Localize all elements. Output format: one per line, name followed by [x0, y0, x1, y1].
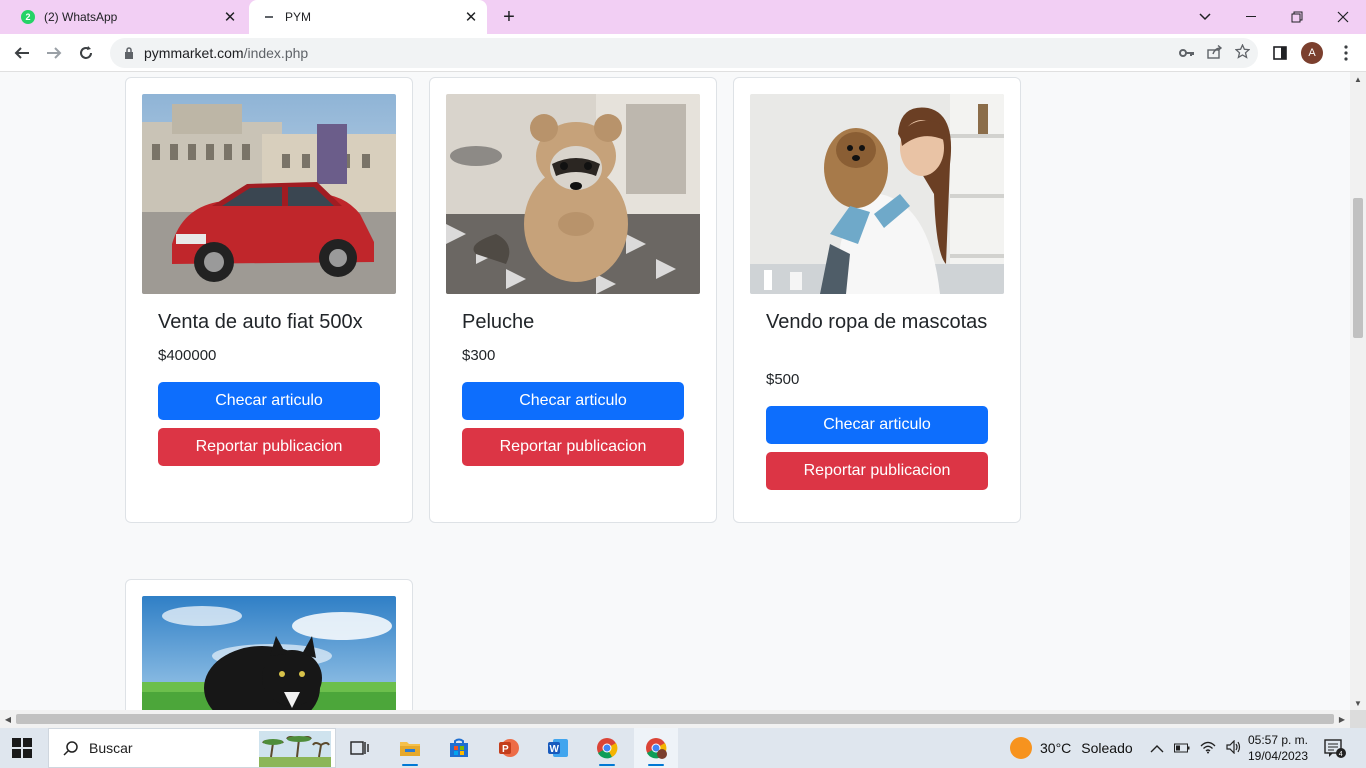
- black-cat-photo[interactable]: [142, 596, 396, 710]
- close-tab-icon[interactable]: ✕: [220, 7, 240, 27]
- search-highlight-image: [259, 731, 331, 767]
- windows-taskbar: Buscar P W 30°C Soleado 05:57 p. m. 19/0…: [0, 728, 1366, 768]
- powerpoint-icon[interactable]: P: [487, 728, 531, 768]
- url-text: pymmarket.com/index.php: [144, 45, 309, 61]
- product-card: [125, 579, 413, 710]
- tab-title: (2) WhatsApp: [44, 10, 118, 24]
- horizontal-scrollbar[interactable]: ◀ ▶: [0, 710, 1350, 728]
- taskbar-search[interactable]: Buscar: [48, 728, 336, 768]
- bookmark-star-icon[interactable]: [1234, 43, 1251, 62]
- report-post-button[interactable]: Reportar publicacion: [158, 428, 380, 466]
- chevron-up-icon[interactable]: [1150, 740, 1164, 756]
- sun-icon: [1010, 737, 1032, 759]
- notification-center-icon[interactable]: 4: [1322, 736, 1348, 760]
- address-bar[interactable]: pymmarket.com/index.php: [110, 38, 1258, 68]
- volume-icon[interactable]: [1226, 739, 1242, 757]
- clock-date: 19/04/2023: [1247, 749, 1309, 763]
- restore-button[interactable]: [1274, 0, 1320, 34]
- tab-search-icon[interactable]: [1182, 0, 1228, 34]
- search-label: Buscar: [89, 740, 133, 756]
- product-title: Peluche: [462, 311, 535, 333]
- forward-icon[interactable]: [40, 39, 68, 67]
- tab-strip: 2 (2) WhatsApp ✕ PYM ✕ +: [0, 0, 1366, 34]
- scroll-thumb[interactable]: [1353, 198, 1363, 338]
- reload-icon[interactable]: [72, 39, 100, 67]
- product-price: $400000: [158, 347, 217, 364]
- loading-icon: [261, 9, 277, 25]
- product-card: Peluche $300 Checar articulo Reportar pu…: [429, 77, 717, 523]
- vet-dog-photo[interactable]: [750, 94, 1004, 294]
- chrome-profile-icon[interactable]: [634, 728, 678, 768]
- close-tab-icon[interactable]: ✕: [461, 7, 481, 27]
- product-card: Vendo ropa de mascotas $500 Checar artic…: [733, 77, 1021, 523]
- minimize-button[interactable]: [1228, 0, 1274, 34]
- browser-toolbar: pymmarket.com/index.php A: [0, 34, 1366, 72]
- product-title: Venta de auto fiat 500x: [158, 311, 363, 333]
- scroll-up-icon[interactable]: ▲: [1350, 72, 1366, 86]
- windows-start-icon[interactable]: [12, 738, 32, 758]
- word-icon[interactable]: W: [536, 728, 580, 768]
- view-item-button[interactable]: Checar articulo: [766, 406, 988, 444]
- microsoft-store-icon[interactable]: [437, 728, 481, 768]
- red-car-photo[interactable]: [142, 94, 396, 294]
- scroll-right-icon[interactable]: ▶: [1334, 710, 1350, 728]
- chrome-icon[interactable]: [585, 728, 629, 768]
- weather-condition: Soleado: [1081, 740, 1133, 756]
- svg-text:W: W: [550, 744, 560, 755]
- back-icon[interactable]: [8, 39, 36, 67]
- tab-whatsapp[interactable]: 2 (2) WhatsApp ✕: [8, 0, 246, 34]
- report-post-button[interactable]: Reportar publicacion: [766, 452, 988, 490]
- report-post-button[interactable]: Reportar publicacion: [462, 428, 684, 466]
- weather-widget[interactable]: 30°C Soleado: [1010, 728, 1133, 768]
- page-content: Venta de auto fiat 500x $400000 Checar a…: [0, 72, 1350, 710]
- scroll-left-icon[interactable]: ◀: [0, 710, 16, 728]
- battery-icon[interactable]: [1174, 740, 1190, 756]
- scrollbar-corner: [1350, 710, 1366, 728]
- vertical-scrollbar[interactable]: ▲ ▼: [1350, 72, 1366, 710]
- scroll-thumb[interactable]: [16, 714, 1334, 724]
- product-title: Vendo ropa de mascotas: [766, 311, 988, 333]
- clock-time: 05:57 p. m.: [1247, 733, 1309, 747]
- system-clock[interactable]: 05:57 p. m. 19/04/2023: [1242, 732, 1314, 764]
- tab-title: PYM: [285, 10, 312, 24]
- product-card: Venta de auto fiat 500x $400000 Checar a…: [125, 77, 413, 523]
- product-price: $300: [462, 347, 496, 364]
- new-tab-button[interactable]: +: [498, 6, 520, 28]
- profile-avatar[interactable]: A: [1301, 42, 1323, 64]
- svg-text:4: 4: [1339, 751, 1343, 758]
- view-item-button[interactable]: Checar articulo: [462, 382, 684, 420]
- tab-pym[interactable]: PYM ✕: [249, 0, 487, 34]
- product-price: $500: [766, 371, 800, 388]
- scroll-down-icon[interactable]: ▼: [1350, 696, 1366, 710]
- lock-icon[interactable]: [122, 46, 136, 60]
- close-window-button[interactable]: [1320, 0, 1366, 34]
- search-icon: [61, 738, 81, 758]
- share-icon[interactable]: [1207, 44, 1223, 62]
- wifi-icon[interactable]: [1200, 740, 1216, 757]
- menu-kebab-icon[interactable]: [1332, 39, 1360, 67]
- system-tray: [1150, 728, 1242, 768]
- view-item-button[interactable]: Checar articulo: [158, 382, 380, 420]
- weather-temp: 30°C: [1040, 740, 1072, 756]
- whatsapp-icon: 2: [20, 9, 36, 25]
- file-explorer-icon[interactable]: [388, 728, 432, 768]
- key-icon[interactable]: [1179, 45, 1195, 61]
- side-panel-icon[interactable]: [1266, 39, 1294, 67]
- task-view-icon[interactable]: [338, 728, 382, 768]
- raccoon-photo[interactable]: [446, 94, 700, 294]
- svg-text:P: P: [502, 744, 509, 755]
